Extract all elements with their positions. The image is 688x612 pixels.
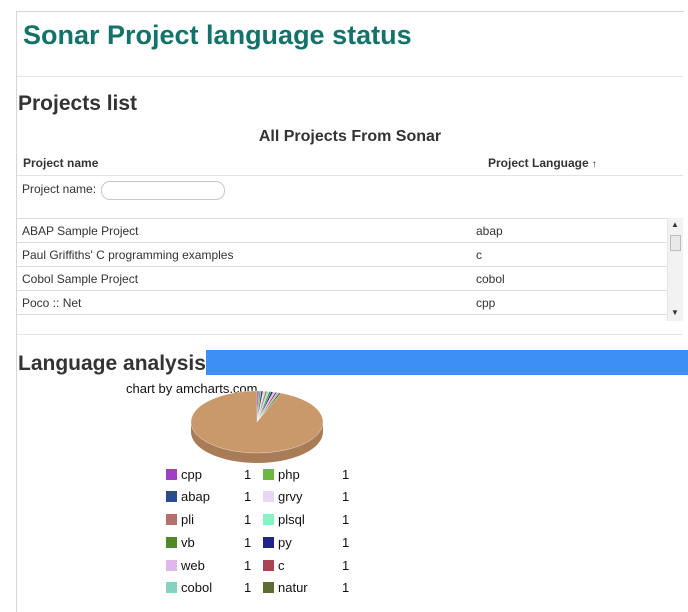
legend-value: 1: [244, 467, 252, 482]
column-header-project-language[interactable]: Project Language ↑: [488, 156, 597, 170]
column-header-label: Project Language: [488, 156, 589, 170]
legend-label: cobol: [181, 580, 213, 595]
filter-label: Project name:: [22, 182, 97, 196]
legend-swatch: [263, 491, 274, 502]
legend-label: natur: [278, 580, 308, 595]
divider: [17, 334, 683, 335]
pie-slice-java[interactable]: [190, 390, 324, 454]
legend-value: 1: [244, 535, 252, 550]
legend-label: web: [181, 558, 205, 573]
legend-value: 1: [342, 512, 350, 527]
legend-swatch: [263, 582, 274, 593]
legend-label: php: [278, 467, 300, 482]
legend-swatch: [263, 469, 274, 480]
legend-value: 1: [342, 580, 350, 595]
legend-label: c: [278, 558, 285, 573]
legend-swatch: [166, 582, 177, 593]
legend-value: 1: [244, 580, 252, 595]
table-caption: All Projects From Sonar: [258, 128, 442, 145]
project-language-cell: abap: [476, 224, 503, 238]
project-language-cell: cobol: [476, 272, 505, 286]
project-name-cell: Cobol Sample Project: [22, 272, 139, 286]
language-pie-chart: [190, 390, 324, 463]
legend-swatch: [166, 469, 177, 480]
project-language-cell: c: [476, 248, 482, 262]
sort-ascending-icon: ↑: [591, 159, 597, 170]
legend-label: grvy: [278, 489, 303, 504]
column-header-project-name[interactable]: Project name: [23, 156, 98, 170]
project-language-cell: cpp: [476, 296, 496, 310]
analysis-heading: Language analysis: [18, 352, 206, 375]
legend-value: 1: [342, 535, 350, 550]
legend-value: 1: [244, 558, 252, 573]
column-header-label: Project name: [23, 156, 99, 170]
project-name-cell: Poco :: Net: [22, 296, 82, 310]
scroll-up-arrow-icon[interactable]: ▲: [671, 220, 679, 229]
legend-swatch: [166, 537, 177, 548]
legend-swatch: [263, 537, 274, 548]
project-name-cell: Paul Griffiths' C programming examples: [22, 248, 234, 262]
table-scrollbar[interactable]: ▲ ▼: [667, 218, 683, 321]
project-name-filter-input[interactable]: [101, 181, 225, 200]
legend-label: plsql: [278, 512, 305, 527]
legend-swatch: [166, 491, 177, 502]
legend-value: 1: [244, 512, 252, 527]
projects-heading: Projects list: [18, 92, 138, 115]
highlight-bar: [206, 350, 688, 375]
legend-value: 1: [342, 489, 350, 504]
legend-value: 1: [342, 467, 350, 482]
legend-swatch: [263, 560, 274, 571]
scroll-down-arrow-icon[interactable]: ▼: [671, 308, 679, 317]
table-row[interactable]: ABAP Sample Project abap: [17, 219, 667, 243]
table-row[interactable]: Paul Griffiths' C programming examples c: [17, 243, 667, 267]
legend-value: 1: [342, 558, 350, 573]
legend-label: pli: [181, 512, 195, 527]
table-row[interactable]: Poco :: Net cpp: [17, 291, 667, 315]
project-name-cell: ABAP Sample Project: [22, 224, 139, 238]
legend-label: abap: [181, 489, 210, 504]
projects-table-body: ABAP Sample Project abap Paul Griffiths'…: [17, 218, 667, 317]
scroll-thumb[interactable]: [670, 235, 681, 251]
page-title: Sonar Project language status: [23, 20, 412, 50]
legend-swatch: [166, 514, 177, 525]
table-row[interactable]: Cobol Sample Project cobol: [17, 267, 667, 291]
legend-label: vb: [181, 535, 195, 550]
legend-value: 1: [244, 489, 252, 504]
legend-swatch: [263, 514, 274, 525]
legend-swatch: [166, 560, 177, 571]
divider: [17, 76, 683, 77]
legend-label: cpp: [181, 467, 202, 482]
legend-label: py: [278, 535, 292, 550]
header-divider: [17, 175, 683, 176]
